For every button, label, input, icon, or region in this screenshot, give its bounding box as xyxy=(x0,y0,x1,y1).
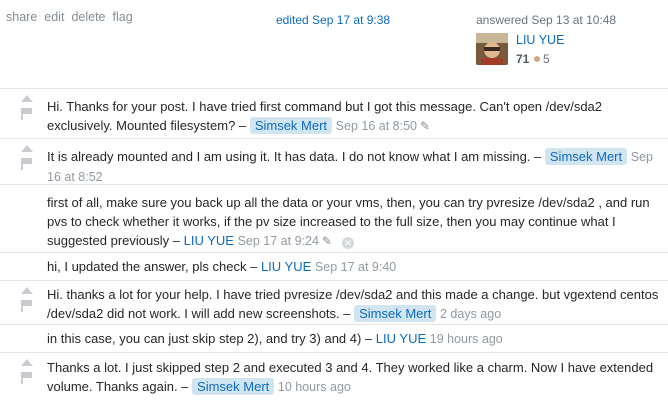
comment-user-link[interactable]: Simsek Mert xyxy=(544,148,628,165)
upvote-icon[interactable] xyxy=(21,95,33,102)
comment: hi, I updated the answer, pls check – LI… xyxy=(0,253,668,281)
bronze-count: 5 xyxy=(543,52,550,66)
comment-text: in this case, you can just skip step 2),… xyxy=(47,331,373,346)
flag-link[interactable]: flag xyxy=(113,10,133,24)
upvote-icon[interactable] xyxy=(21,145,33,152)
comment-body: Thanks a lot. I just skipped step 2 and … xyxy=(47,358,662,397)
comment-body: Hi. thanks a lot for your help. I have t… xyxy=(47,285,662,324)
comment-actions xyxy=(20,145,34,170)
edit-link[interactable]: edit xyxy=(44,10,64,24)
comment-user-link[interactable]: LIU YUE xyxy=(376,331,426,346)
comment-date: Sep 16 at 8:50 xyxy=(335,119,417,133)
comment-body: It is already mounted and I am using it.… xyxy=(47,147,662,187)
comment-date: 10 hours ago xyxy=(277,380,351,394)
bronze-badge-count: 5 xyxy=(534,52,550,66)
bronze-badge-icon xyxy=(534,56,540,62)
flag-icon[interactable] xyxy=(20,108,32,120)
comment-actions xyxy=(20,359,34,384)
comment: first of all, make sure you back up all … xyxy=(0,185,668,253)
comment-user-link[interactable]: LIU YUE xyxy=(261,259,311,274)
comment: Thanks a lot. I just skipped step 2 and … xyxy=(0,353,668,401)
comment: Hi. thanks a lot for your help. I have t… xyxy=(0,281,668,325)
flag-icon[interactable] xyxy=(20,158,32,170)
comment: Hi. Thanks for your post. I have tried f… xyxy=(0,89,668,139)
comment-list: Hi. Thanks for your post. I have tried f… xyxy=(0,88,668,401)
upvote-icon[interactable] xyxy=(21,359,33,366)
edited-pencil-icon: ✎ xyxy=(420,119,431,133)
comment-text: Hi. thanks a lot for your help. I have t… xyxy=(47,287,659,321)
comment-date: Sep 17 at 9:24 xyxy=(237,234,319,248)
comment-date: Sep 17 at 9:40 xyxy=(314,260,397,274)
comment-actions xyxy=(20,95,34,120)
flag-icon[interactable] xyxy=(20,300,32,312)
comment-body: Hi. Thanks for your post. I have tried f… xyxy=(47,97,662,136)
edited-timestamp[interactable]: edited Sep 17 at 9:38 xyxy=(276,13,390,27)
comment-body: first of all, make sure you back up all … xyxy=(47,193,662,251)
comment-user-link[interactable]: Simsek Mert xyxy=(249,117,333,134)
comment: It is already mounted and I am using it.… xyxy=(0,139,668,185)
comment-actions xyxy=(20,287,34,312)
answered-timestamp: answered Sep 13 at 10:48 xyxy=(476,13,617,27)
upvote-icon[interactable] xyxy=(21,287,33,294)
comment-user-link[interactable]: Simsek Mert xyxy=(192,378,275,395)
comment-body: hi, I updated the answer, pls check – LI… xyxy=(47,257,662,277)
comment-user-link[interactable]: LIU YUE xyxy=(184,233,234,248)
answer-author-link[interactable]: LIU YUE xyxy=(516,33,564,47)
comment-date: 2 days ago xyxy=(439,307,502,321)
comment-text: hi, I updated the answer, pls check – xyxy=(47,259,258,274)
flag-icon[interactable] xyxy=(20,372,32,384)
avatar[interactable] xyxy=(476,33,508,65)
comment-date: 19 hours ago xyxy=(429,332,503,346)
delete-comment-icon[interactable]: ✕ xyxy=(341,237,354,249)
comment-user-link[interactable]: Simsek Mert xyxy=(354,305,437,322)
delete-link[interactable]: delete xyxy=(71,10,105,24)
post-menu: share edit delete flag xyxy=(6,10,140,24)
edit-comment-icon[interactable]: ✎ xyxy=(322,234,332,248)
comment-body: in this case, you can just skip step 2),… xyxy=(47,329,662,349)
comment: in this case, you can just skip step 2),… xyxy=(0,325,668,353)
reputation-score: 71 xyxy=(516,52,530,66)
comment-text: It is already mounted and I am using it.… xyxy=(47,149,542,164)
share-link[interactable]: share xyxy=(6,10,37,24)
